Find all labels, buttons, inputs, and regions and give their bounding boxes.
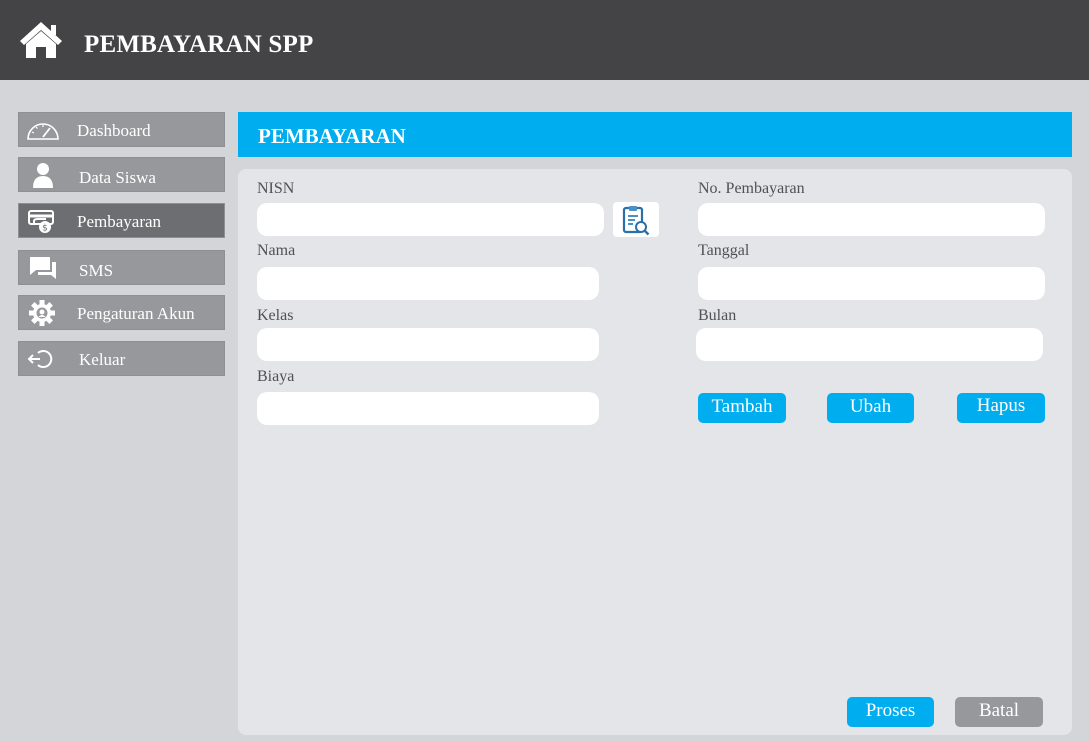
home-icon[interactable] — [18, 20, 64, 60]
top-bar: PEMBAYARAN SPP — [0, 0, 1089, 80]
sidebar-item-dashboard[interactable]: Dashboard — [18, 112, 225, 147]
ubah-button[interactable]: Ubah — [827, 393, 914, 423]
tambah-button[interactable]: Tambah — [698, 393, 786, 423]
payment-icon: $ — [28, 210, 54, 234]
svg-text:$: $ — [42, 224, 48, 234]
sidebar-item-pengaturan-akun[interactable]: Pengaturan Akun — [18, 295, 225, 330]
no-pembayaran-input[interactable] — [698, 203, 1045, 236]
clipboard-search-icon — [622, 206, 650, 236]
search-student-button[interactable] — [613, 202, 659, 237]
panel-title: PEMBAYARAN — [258, 124, 406, 148]
tanggal-input[interactable] — [698, 267, 1045, 300]
proses-button[interactable]: Proses — [847, 697, 934, 727]
hapus-button[interactable]: Hapus — [957, 393, 1045, 423]
sidebar-item-label: Pembayaran — [77, 212, 162, 231]
sidebar-item-label: SMS — [79, 261, 114, 280]
sidebar-item-sms[interactable]: SMS — [18, 250, 225, 285]
bulan-input[interactable] — [696, 328, 1043, 361]
tanggal-label: Tanggal — [698, 242, 750, 259]
nama-input[interactable] — [257, 267, 599, 300]
sidebar-item-label: Pengaturan Akun — [77, 304, 195, 323]
batal-button[interactable]: Batal — [955, 697, 1043, 727]
sidebar-item-label: Data Siswa — [79, 168, 156, 187]
no-pembayaran-label: No. Pembayaran — [698, 180, 805, 197]
panel-header: PEMBAYARAN — [238, 112, 1072, 157]
sidebar-item-label: Keluar — [79, 350, 126, 369]
kelas-label: Kelas — [257, 307, 294, 324]
user-icon — [33, 163, 53, 188]
biaya-input[interactable] — [257, 392, 599, 425]
sidebar-item-data-siswa[interactable]: Data Siswa — [18, 157, 225, 192]
nama-label: Nama — [257, 242, 296, 259]
sidebar-item-keluar[interactable]: Keluar — [18, 341, 225, 376]
sidebar-item-pembayaran[interactable]: $ Pembayaran — [18, 203, 225, 238]
kelas-input[interactable] — [257, 328, 599, 361]
nisn-label: NISN — [257, 180, 295, 197]
gauge-icon — [27, 123, 59, 140]
form-panel — [238, 169, 1072, 735]
app-title: PEMBAYARAN SPP — [84, 31, 314, 58]
chat-icon — [30, 257, 56, 279]
nisn-input[interactable] — [257, 203, 604, 236]
sidebar-item-label: Dashboard — [77, 121, 151, 140]
logout-icon — [27, 350, 53, 368]
bulan-label: Bulan — [698, 307, 737, 324]
gear-icon — [29, 300, 55, 326]
biaya-label: Biaya — [257, 368, 295, 385]
